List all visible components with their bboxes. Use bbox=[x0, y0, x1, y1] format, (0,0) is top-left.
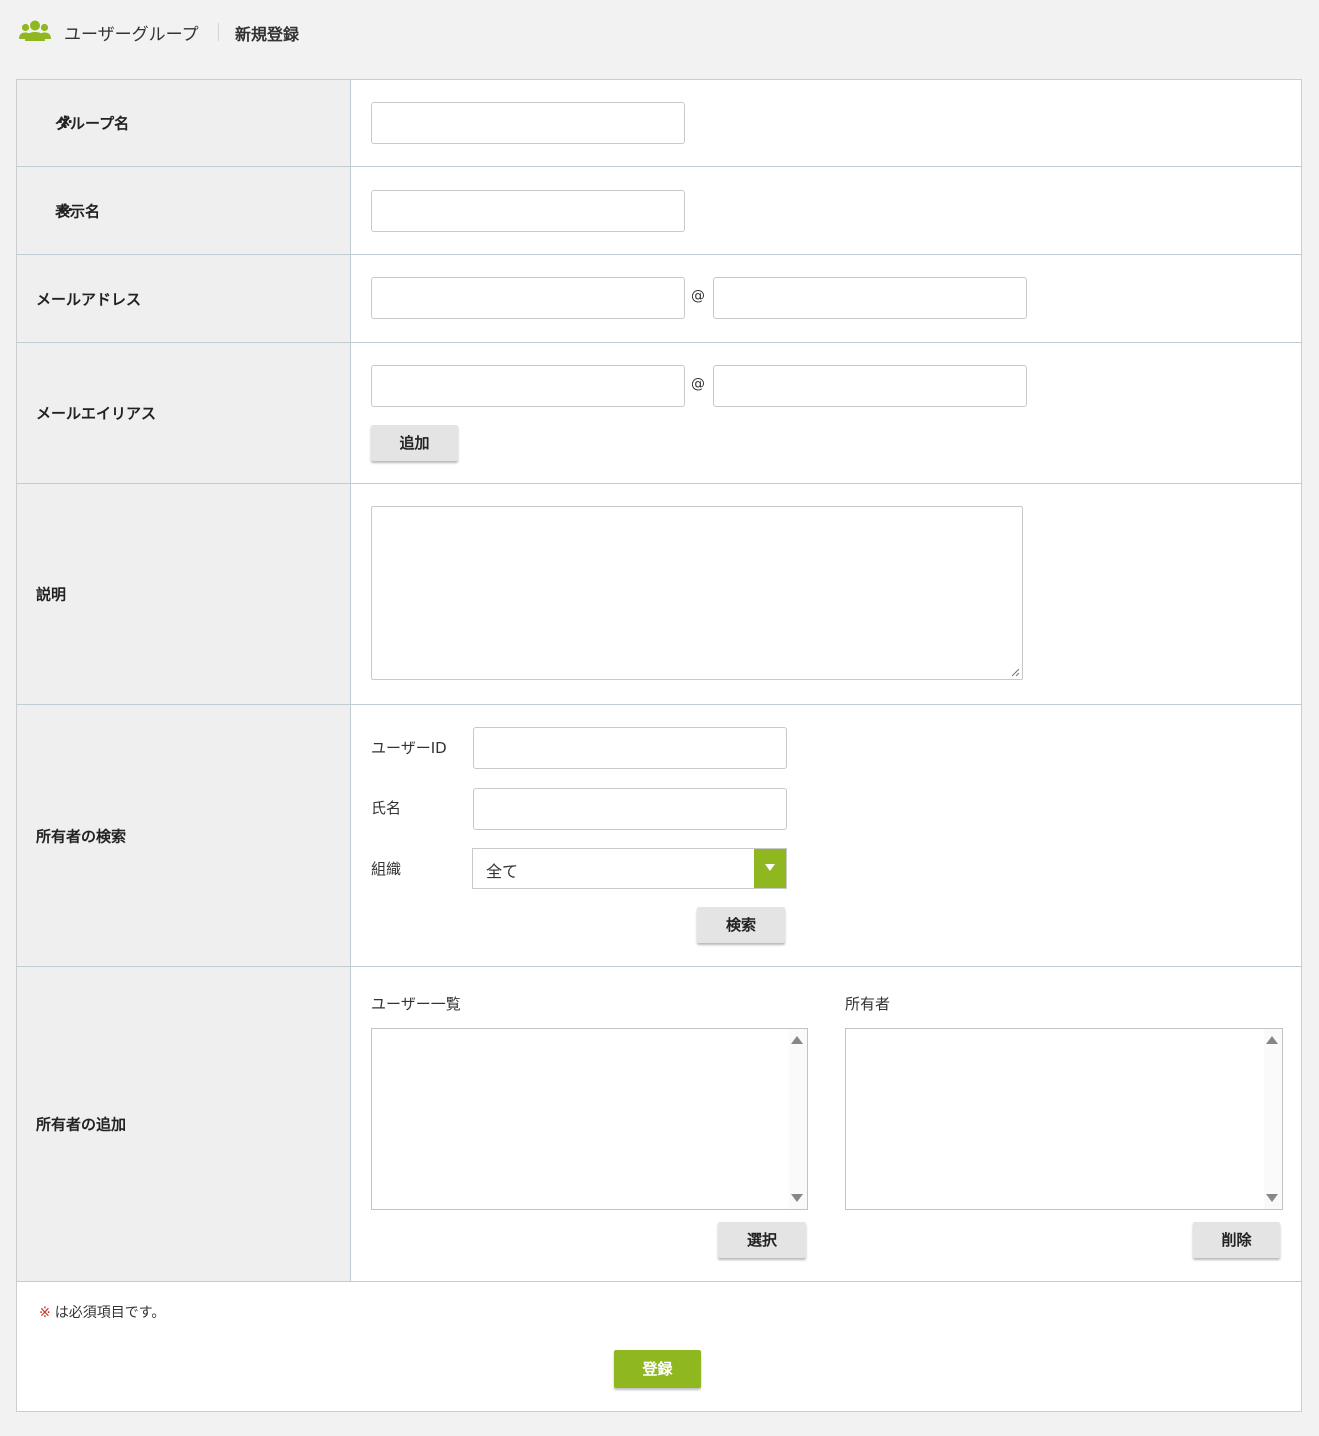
mail-domain-input[interactable] bbox=[713, 277, 1027, 319]
resize-handle-icon[interactable] bbox=[1010, 667, 1020, 677]
name-input[interactable] bbox=[473, 788, 787, 830]
mail-local-input[interactable] bbox=[371, 277, 685, 319]
content-cell: @ bbox=[352, 255, 1301, 342]
owner-add-label: 所有者の追加 bbox=[36, 1115, 127, 1134]
row-mail-alias: メールエイリアス @ 追加 bbox=[17, 343, 1301, 484]
users-icon bbox=[19, 20, 51, 41]
at-sign: @ bbox=[691, 288, 705, 304]
search-button[interactable]: 検索 bbox=[697, 907, 785, 943]
form-footer: ※ は必須項目です。 登録 bbox=[17, 1282, 1301, 1412]
delete-button[interactable]: 削除 bbox=[1193, 1222, 1280, 1258]
page-subtitle: 新規登録 bbox=[235, 25, 300, 44]
row-group-name: グループ名 ※ bbox=[17, 80, 1301, 167]
organization-select[interactable]: 全て bbox=[472, 848, 787, 889]
required-note: ※ は必須項目です。 bbox=[39, 1305, 166, 1321]
label-cell: 所有者の追加 bbox=[17, 967, 351, 1281]
name-label: 氏名 bbox=[371, 799, 402, 817]
description-textarea[interactable] bbox=[371, 506, 1023, 680]
scroll-down-icon[interactable] bbox=[791, 1194, 803, 1202]
description-label: 説明 bbox=[36, 585, 67, 604]
required-mark: ※ bbox=[58, 114, 73, 132]
owner-search-label: 所有者の検索 bbox=[36, 827, 127, 845]
label-cell: 説明 bbox=[17, 484, 351, 704]
organization-label: 組織 bbox=[371, 860, 402, 878]
add-alias-button[interactable]: 追加 bbox=[371, 425, 458, 461]
row-owner-add: 所有者の追加 ユーザー一覧 選択 所有者 削除 bbox=[17, 967, 1301, 1282]
user-id-input[interactable] bbox=[473, 727, 787, 769]
at-sign: @ bbox=[691, 376, 705, 392]
mail-alias-label: メールエイリアス bbox=[36, 404, 157, 423]
display-name-input[interactable] bbox=[371, 190, 685, 232]
alias-local-input[interactable] bbox=[371, 365, 685, 407]
user-list-label: ユーザー一覧 bbox=[371, 995, 461, 1013]
user-id-label: ユーザーID bbox=[371, 739, 447, 757]
dropdown-arrow[interactable] bbox=[754, 849, 786, 888]
row-owner-search: 所有者の検索 ユーザーID 氏名 組織 全て 検索 bbox=[17, 705, 1301, 967]
chevron-down-icon bbox=[765, 864, 775, 871]
page-title: ユーザーグループ bbox=[64, 25, 199, 45]
select-button[interactable]: 選択 bbox=[718, 1222, 806, 1258]
organization-selected-value: 全て bbox=[486, 862, 519, 881]
content-cell bbox=[352, 80, 1301, 166]
row-display-name: 表示名 ※ bbox=[17, 167, 1301, 255]
required-mark: ※ bbox=[39, 1305, 51, 1321]
group-name-input[interactable] bbox=[371, 102, 685, 144]
content-cell bbox=[352, 167, 1301, 254]
user-listbox[interactable] bbox=[371, 1028, 808, 1210]
scrollbar[interactable] bbox=[1264, 1029, 1282, 1209]
scrollbar[interactable] bbox=[789, 1029, 807, 1209]
label-cell: メールアドレス bbox=[17, 255, 351, 342]
form-panel: グループ名 ※ 表示名 ※ メールアドレス @ メールエイリアス @ 追加 説明… bbox=[16, 79, 1302, 1412]
content-cell bbox=[352, 484, 1301, 704]
header-separator bbox=[218, 23, 219, 41]
mail-address-label: メールアドレス bbox=[36, 290, 142, 308]
owners-label: 所有者 bbox=[845, 995, 891, 1013]
owners-listbox[interactable] bbox=[845, 1028, 1283, 1210]
alias-domain-input[interactable] bbox=[713, 365, 1027, 407]
content-cell: ユーザーID 氏名 組織 全て 検索 bbox=[352, 705, 1301, 966]
content-cell: @ 追加 bbox=[352, 343, 1301, 483]
scroll-down-icon[interactable] bbox=[1266, 1194, 1278, 1202]
label-cell: 表示名 ※ bbox=[17, 167, 351, 254]
content-cell: ユーザー一覧 選択 所有者 削除 bbox=[352, 967, 1301, 1281]
scroll-up-icon[interactable] bbox=[791, 1036, 803, 1044]
register-button[interactable]: 登録 bbox=[614, 1350, 701, 1388]
row-description: 説明 bbox=[17, 484, 1301, 705]
scroll-up-icon[interactable] bbox=[1266, 1036, 1278, 1044]
row-mail-address: メールアドレス @ bbox=[17, 255, 1301, 343]
label-cell: 所有者の検索 bbox=[17, 705, 351, 966]
label-cell: グループ名 ※ bbox=[17, 80, 351, 166]
page-header: ユーザーグループ 新規登録 bbox=[0, 0, 1319, 64]
label-cell: メールエイリアス bbox=[17, 343, 351, 483]
required-mark: ※ bbox=[58, 201, 73, 220]
